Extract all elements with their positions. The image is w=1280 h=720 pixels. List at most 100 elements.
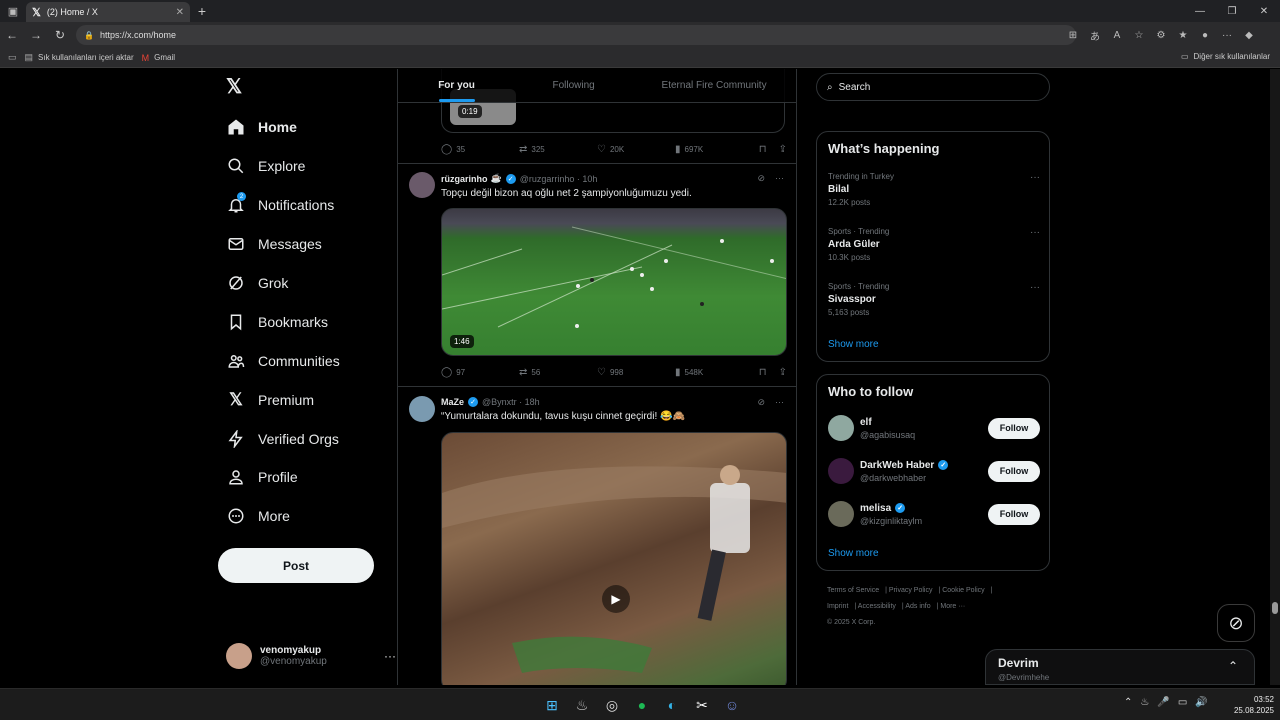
nav-home[interactable]: Home: [226, 112, 297, 142]
nav-explore[interactable]: Explore: [226, 151, 305, 181]
tab-following[interactable]: Following: [515, 69, 632, 102]
scroll-thumb[interactable]: [1272, 602, 1278, 614]
post-button[interactable]: Post: [218, 548, 374, 583]
read-aloud-icon[interactable]: A: [1106, 25, 1128, 45]
tweet-author[interactable]: MaZe: [441, 397, 464, 407]
repost-button[interactable]: ⇄ 325: [519, 144, 597, 155]
more-icon[interactable]: ···: [775, 397, 784, 408]
new-tab-icon[interactable]: +: [194, 2, 210, 20]
views-button[interactable]: ▮ 548K: [675, 367, 753, 378]
play-icon[interactable]: ▶: [602, 585, 630, 613]
tab-eternal-fire-community[interactable]: Eternal Fire Community: [632, 69, 796, 102]
account-switcher[interactable]: venomyakup @venomyakup ···: [226, 639, 396, 673]
refresh-icon[interactable]: ↻: [48, 22, 72, 48]
follow-suggestion[interactable]: DarkWeb Haber ✓ @darkwebhaber Follow: [828, 456, 1040, 486]
trend-item[interactable]: Sports · Trending Arda Güler 10.3K posts…: [828, 227, 1040, 262]
discord-icon[interactable]: ☺: [720, 693, 744, 717]
profile-icon[interactable]: ●: [1194, 25, 1216, 45]
clock[interactable]: 03:52 25.08.2025: [1226, 694, 1274, 716]
url-input[interactable]: 🔒 https://x.com/home: [76, 25, 1076, 45]
network-icon[interactable]: ▭: [1178, 697, 1187, 708]
follow-suggestion[interactable]: elf @agabisusaq Follow: [828, 413, 1040, 443]
steam-tray-icon[interactable]: ♨: [1140, 697, 1149, 708]
grok-button[interactable]: ⊘: [1217, 604, 1255, 642]
more-icon[interactable]: ···: [1030, 227, 1040, 238]
footer-link[interactable]: Ads info: [905, 603, 930, 610]
nav-profile[interactable]: Profile: [226, 462, 298, 492]
copilot-icon[interactable]: ◆: [1238, 25, 1260, 45]
share-icon[interactable]: ⇪: [779, 144, 787, 155]
grok-icon[interactable]: ⊘: [757, 173, 765, 184]
tweet-author[interactable]: rüzgarinho: [441, 174, 488, 184]
more-icon[interactable]: ···: [1030, 282, 1040, 293]
favorite-star-icon[interactable]: ☆: [1128, 25, 1150, 45]
reply-button[interactable]: ◯ 97: [441, 367, 519, 378]
footer-link[interactable]: Accessibility: [858, 603, 896, 610]
translate-icon[interactable]: あ: [1084, 25, 1106, 45]
edge-icon[interactable]: ◐: [660, 693, 684, 717]
forward-icon[interactable]: →: [24, 22, 48, 48]
footer-link[interactable]: Privacy Policy: [889, 587, 933, 594]
window-menu-icon[interactable]: ▣: [0, 0, 26, 22]
nav-grok[interactable]: Grok: [226, 268, 288, 298]
follow-button[interactable]: Follow: [988, 460, 1040, 482]
nav-messages[interactable]: Messages: [226, 229, 322, 259]
footer-link[interactable]: Cookie Policy: [942, 587, 984, 594]
repost-button[interactable]: ⇄ 56: [519, 367, 597, 378]
share-icon[interactable]: ⇪: [779, 367, 787, 378]
more-icon[interactable]: ···: [1030, 172, 1040, 183]
nav-communities[interactable]: Communities: [226, 346, 340, 376]
app-icon[interactable]: ⊞: [1062, 25, 1084, 45]
follow-button[interactable]: Follow: [988, 503, 1040, 525]
nav-more[interactable]: More: [226, 501, 290, 531]
avatar[interactable]: [409, 172, 435, 198]
close-tab-icon[interactable]: ✕: [176, 7, 184, 18]
back-icon[interactable]: ←: [0, 22, 24, 48]
footer-link[interactable]: Imprint: [827, 603, 848, 610]
footer-link[interactable]: Terms of Service: [827, 587, 879, 594]
tweet-video[interactable]: ▶: [441, 432, 787, 685]
show-more-link[interactable]: Show more: [828, 339, 879, 350]
x-logo-icon[interactable]: 𝕏: [226, 77, 246, 97]
steam-icon[interactable]: ♨: [570, 693, 594, 717]
search-input[interactable]: ⌕ Search: [816, 73, 1050, 101]
footer-link[interactable]: More ···: [940, 603, 965, 610]
favorites-icon[interactable]: ★: [1172, 25, 1194, 45]
bookmark-icon[interactable]: ⊓: [759, 144, 767, 155]
volume-icon[interactable]: 🔊: [1195, 697, 1207, 708]
trend-item[interactable]: Trending in Turkey Bilal 12.2K posts ···: [828, 172, 1040, 207]
expand-icon[interactable]: ⌃: [1228, 659, 1238, 673]
obs-icon[interactable]: ◎: [600, 693, 624, 717]
tweet-video[interactable]: 1:46: [441, 208, 787, 356]
browser-tab[interactable]: 𝕏 (2) Home / X ✕: [26, 2, 190, 22]
follow-suggestion[interactable]: melisa ✓ @kizginliktaylm Follow: [828, 499, 1040, 529]
bookmark-panel-icon[interactable]: ▭: [8, 52, 17, 63]
follow-button[interactable]: Follow: [988, 417, 1040, 439]
bookmark-import[interactable]: ▤ Sık kullanılanları içeri aktar: [25, 52, 134, 63]
settings-more-icon[interactable]: ···: [1216, 25, 1238, 45]
nav-verified-orgs[interactable]: Verified Orgs: [226, 424, 339, 454]
grok-icon[interactable]: ⊘: [757, 397, 765, 408]
bookmark-icon[interactable]: ⊓: [759, 367, 767, 378]
spotify-icon[interactable]: ●: [630, 693, 654, 717]
more-icon[interactable]: ···: [384, 649, 396, 663]
maximize-icon[interactable]: ❐: [1216, 0, 1248, 22]
extensions-icon[interactable]: ⚙: [1150, 25, 1172, 45]
like-button[interactable]: ♡ 998: [597, 367, 675, 378]
capcut-icon[interactable]: ✂: [690, 693, 714, 717]
views-button[interactable]: ▮ 697K: [675, 144, 753, 155]
more-icon[interactable]: ···: [775, 173, 784, 184]
nav-bookmarks[interactable]: Bookmarks: [226, 307, 328, 337]
reply-button[interactable]: ◯ 35: [441, 144, 519, 155]
windows-start-icon[interactable]: ⊞: [540, 693, 564, 717]
messages-drawer[interactable]: Devrim @Devrimhehe ⌃: [985, 649, 1255, 685]
avatar[interactable]: [409, 396, 435, 422]
close-window-icon[interactable]: ✕: [1248, 0, 1280, 22]
show-more-link[interactable]: Show more: [828, 548, 879, 559]
chevron-up-icon[interactable]: ⌃: [1124, 697, 1132, 708]
minimize-icon[interactable]: —: [1184, 0, 1216, 22]
page-scrollbar[interactable]: [1270, 69, 1280, 685]
other-favorites[interactable]: ▭ Diğer sık kullanılanlar: [1181, 52, 1270, 61]
nav-notifications[interactable]: 2 Notifications: [226, 190, 334, 220]
tab-for-you[interactable]: For you: [398, 69, 515, 102]
